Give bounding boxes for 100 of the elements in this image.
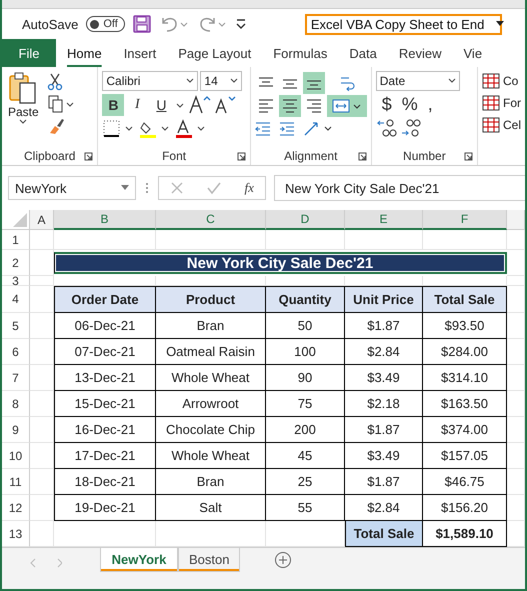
document-title[interactable]: Excel VBA Copy Sheet to End: [304, 14, 502, 34]
row-number[interactable]: 3: [2, 276, 30, 286]
column-letter[interactable]: E: [345, 210, 423, 230]
column-letter[interactable]: A: [30, 210, 54, 230]
empty-cell[interactable]: [423, 230, 507, 250]
table-style-icon[interactable]: [482, 95, 500, 111]
table-style-icon[interactable]: [482, 117, 500, 133]
group-label: Number: [403, 149, 446, 163]
empty-cell[interactable]: [507, 276, 525, 286]
align-bottom-button[interactable]: [302, 72, 325, 94]
table-cell: Chocolate Chip: [156, 417, 266, 443]
decrease-decimal-icon[interactable]: [400, 118, 422, 138]
table-cell: $2.18: [345, 391, 423, 417]
total-label: Total Sale: [345, 521, 423, 547]
font-size-field[interactable]: 14: [200, 71, 242, 91]
row-number[interactable]: 12: [2, 495, 30, 521]
save-icon[interactable]: [132, 15, 151, 33]
select-all-icon[interactable]: [13, 213, 27, 227]
table-cell: 90: [266, 365, 345, 391]
customize-toolbar-icon[interactable]: [234, 17, 247, 31]
table-cell: 19-Dec-21: [54, 495, 156, 521]
table-cell: 45: [266, 443, 345, 469]
ribbon-tab[interactable]: Data: [338, 39, 388, 67]
row-number[interactable]: 6: [2, 339, 30, 365]
table-cell: 15-Dec-21: [54, 391, 156, 417]
orientation-icon[interactable]: [302, 120, 333, 136]
style-button[interactable]: Cel: [502, 118, 521, 132]
ribbon-tab[interactable]: Formulas: [262, 39, 338, 67]
table-cell: $2.84: [345, 495, 423, 521]
empty-cell[interactable]: [54, 230, 156, 250]
table-style-icon[interactable]: [482, 73, 500, 89]
table-cell: $3.49: [345, 365, 423, 391]
caret-icon[interactable]: [496, 21, 504, 27]
ribbon-tab[interactable]: Home: [56, 39, 113, 67]
row-number[interactable]: 2: [2, 250, 30, 276]
empty-cell[interactable]: [156, 230, 266, 250]
ribbon-tab[interactable]: Page Layout: [167, 39, 262, 67]
column-letter[interactable]: C: [156, 210, 266, 230]
table-cell: 07-Dec-21: [54, 339, 156, 365]
check-icon[interactable]: [206, 181, 222, 195]
empty-cell[interactable]: [266, 230, 345, 250]
row-number[interactable]: 9: [2, 417, 30, 443]
row-number[interactable]: 5: [2, 313, 30, 339]
row-number[interactable]: 10: [2, 443, 30, 469]
close-icon[interactable]: [170, 181, 184, 195]
more-options-icon: [144, 181, 150, 195]
dialog-launcher-icon[interactable]: [464, 152, 473, 161]
sheet-title: New York City Sale Dec'21: [54, 252, 507, 274]
number-format-button[interactable]: %: [402, 94, 418, 115]
insert-function-button[interactable]: fx: [244, 180, 254, 196]
style-button[interactable]: For: [502, 96, 521, 110]
group-label: Alignment: [284, 149, 338, 163]
row-number[interactable]: 13: [2, 521, 30, 547]
row-number[interactable]: 7: [2, 365, 30, 391]
table-cell: 06-Dec-21: [54, 313, 156, 339]
table-cell: 13-Dec-21: [54, 365, 156, 391]
decrease-font-icon[interactable]: [214, 94, 238, 116]
ribbon-tab[interactable]: Review: [388, 39, 452, 67]
table-cell: 200: [266, 417, 345, 443]
underline-button[interactable]: U: [150, 94, 172, 116]
column-letter[interactable]: B: [54, 210, 156, 230]
increase-decimal-icon[interactable]: [376, 118, 398, 138]
formula-field[interactable]: New York City Sale Dec'21: [274, 175, 525, 201]
sheet-tab[interactable]: NewYork: [100, 548, 178, 572]
paste-button[interactable]: Paste: [6, 71, 41, 147]
number-format-button[interactable]: ,: [428, 94, 433, 115]
dialog-launcher-icon[interactable]: [84, 152, 94, 161]
number-format-field[interactable]: Date: [376, 71, 460, 91]
style-button[interactable]: Co: [502, 74, 518, 88]
table-cell: Arrowroot: [156, 391, 266, 417]
bold-button[interactable]: B: [102, 94, 124, 116]
ribbon-tab[interactable]: File: [2, 39, 56, 67]
decrease-indent-icon[interactable]: [254, 122, 271, 136]
font-name-field[interactable]: Calibri: [102, 71, 198, 91]
dialog-launcher-icon[interactable]: [358, 152, 367, 161]
row-number[interactable]: 4: [2, 286, 30, 313]
add-sheet-icon[interactable]: [274, 551, 292, 569]
align-center-button[interactable]: [278, 94, 301, 116]
increase-font-icon[interactable]: [188, 94, 212, 116]
table-cell: 100: [266, 339, 345, 365]
dialog-launcher-icon[interactable]: [236, 152, 246, 161]
caret-icon: [19, 119, 28, 125]
merge-button[interactable]: [326, 94, 367, 116]
sheet-tab[interactable]: Boston: [178, 548, 240, 572]
ribbon-tab[interactable]: Vie: [452, 39, 494, 67]
italic-button[interactable]: I: [126, 94, 148, 116]
column-letter[interactable]: D: [266, 210, 345, 230]
empty-cell[interactable]: [345, 230, 423, 250]
autosave-toggle[interactable]: Off: [86, 16, 125, 32]
copy-icon[interactable]: [46, 95, 75, 113]
number-format-button[interactable]: $: [382, 94, 392, 115]
name-box[interactable]: NewYork: [8, 176, 136, 200]
column-letter[interactable]: F: [423, 210, 507, 230]
caret-icon: [186, 78, 194, 84]
row-number[interactable]: 1: [2, 230, 30, 250]
row-number[interactable]: 8: [2, 391, 30, 417]
ribbon-tab[interactable]: Insert: [112, 39, 168, 67]
scissors-icon[interactable]: [46, 73, 63, 91]
increase-indent-icon[interactable]: [278, 122, 295, 136]
row-number[interactable]: 11: [2, 469, 30, 495]
